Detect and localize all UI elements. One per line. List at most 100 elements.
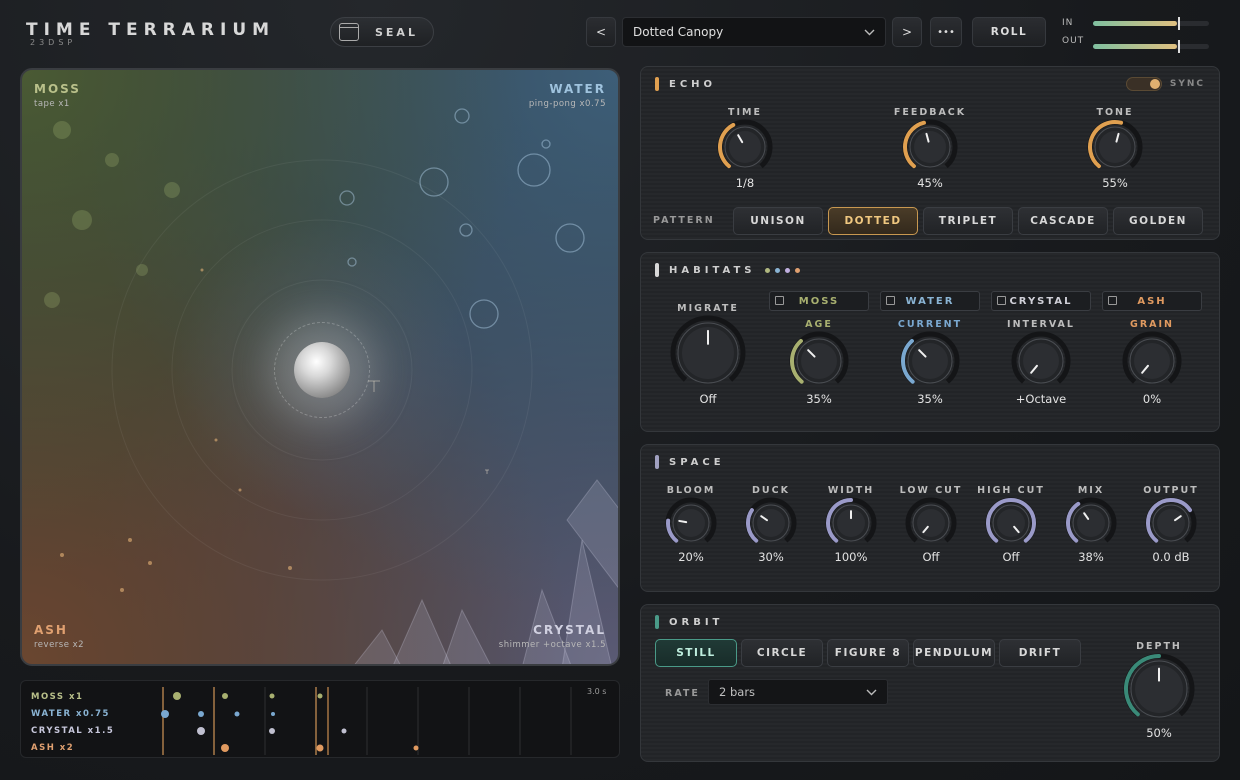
seal-label: SEAL	[375, 25, 418, 39]
habitats-led	[655, 263, 659, 277]
next-preset-button[interactable]: >	[892, 17, 922, 47]
seal-button[interactable]: SEAL	[330, 17, 434, 47]
bloom-knob[interactable]: BLOOM 20%	[651, 485, 731, 564]
orbit-circle[interactable]: CIRCLE	[741, 639, 823, 667]
jar-icon	[339, 23, 359, 41]
habitat-crystal-button[interactable]: CRYSTAL	[991, 291, 1091, 311]
pattern-golden[interactable]: GOLDEN	[1113, 207, 1203, 235]
output-value: 0.0 dB	[1152, 550, 1190, 564]
habitat-ash-button[interactable]: ASH	[1102, 291, 1202, 311]
habitat-icon	[997, 296, 1006, 305]
age-value: 35%	[806, 392, 832, 406]
feedback-knob[interactable]: FEEDBACK 45%	[880, 107, 980, 190]
sync-switch[interactable]	[1125, 77, 1162, 91]
preset-select[interactable]: Dotted Canopy	[622, 17, 886, 47]
timeline-row-label: CRYSTAL x1.5	[31, 726, 115, 736]
rate-value: 2 bars	[719, 685, 756, 699]
duck-label: DUCK	[752, 485, 790, 496]
duck-value: 30%	[758, 550, 784, 564]
current-dial	[900, 331, 960, 384]
habitat-icon	[775, 296, 784, 305]
habitat-color-dots	[765, 267, 801, 273]
tap-timeline: MOSS x1 WATER x0.75 CRYSTAL x1.5 ASH x2 …	[20, 680, 620, 758]
high-cut-dial	[985, 497, 1037, 543]
pattern-cascade[interactable]: CASCADE	[1018, 207, 1108, 235]
grain-value: 0%	[1142, 392, 1162, 406]
tone-label: TONE	[1096, 107, 1134, 118]
tone-dial	[1087, 119, 1143, 169]
current-value: 35%	[917, 392, 943, 406]
habitat-water-button[interactable]: WATER	[880, 291, 980, 311]
pattern-triplet[interactable]: TRIPLET	[923, 207, 1013, 235]
position-orb[interactable]	[294, 342, 350, 398]
mix-knob[interactable]: MIX 38%	[1051, 485, 1131, 564]
orbit-pendulum[interactable]: PENDULUM	[913, 639, 995, 667]
orbit-drift[interactable]: DRIFT	[999, 639, 1081, 667]
feedback-label: FEEDBACK	[893, 107, 967, 118]
orbit-figure-8[interactable]: FIGURE 8	[827, 639, 909, 667]
sync-toggle[interactable]: SYNC	[1125, 77, 1205, 91]
app-title: TIME TERRARIUM	[26, 20, 276, 40]
corner-title: MOSS	[34, 82, 81, 96]
output-knob[interactable]: OUTPUT 0.0 dB	[1131, 485, 1211, 564]
chevron-down-icon	[864, 29, 875, 35]
orbit-still[interactable]: STILL	[655, 639, 737, 667]
depth-value: 50%	[1146, 726, 1172, 740]
space-led	[655, 455, 659, 469]
prev-preset-button[interactable]: <	[586, 17, 616, 47]
duck-knob[interactable]: DUCK 30%	[731, 485, 811, 564]
timeline-row-label: ASH x2	[31, 743, 75, 753]
time-label: TIME	[728, 107, 762, 118]
pattern-unison[interactable]: UNISON	[733, 207, 823, 235]
low-cut-knob[interactable]: LOW CUT Off	[891, 485, 971, 564]
corner-title: ASH	[34, 623, 68, 637]
age-knob[interactable]: AGE 35%	[769, 319, 869, 406]
corner-title: CRYSTAL	[533, 623, 606, 637]
depth-knob[interactable]: DEPTH 50%	[1109, 641, 1209, 740]
width-label: WIDTH	[827, 485, 875, 496]
output-dial	[1145, 497, 1197, 543]
duck-dial	[745, 497, 797, 543]
orbit-title: ORBIT	[669, 616, 724, 628]
time-knob[interactable]: TIME 1/8	[695, 107, 795, 190]
depth-dial	[1123, 653, 1195, 718]
input-meter-label: IN	[1062, 18, 1074, 28]
corner-subtitle: tape x1	[34, 99, 70, 109]
bloom-value: 20%	[678, 550, 704, 564]
pattern-dotted[interactable]: DOTTED	[828, 207, 918, 235]
terrarium-xy-pad[interactable]: MOSS tape x1 WATER ping-pong x0.75 ASH r…	[20, 68, 620, 666]
timeline-row-label: WATER x0.75	[31, 709, 110, 719]
low-cut-label: LOW CUT	[899, 485, 963, 496]
time-value: 1/8	[735, 176, 755, 190]
mix-label: MIX	[1077, 485, 1105, 496]
high-cut-knob[interactable]: HIGH CUT Off	[971, 485, 1051, 564]
habitat-moss-button[interactable]: MOSS	[769, 291, 869, 311]
chevron-down-icon	[866, 689, 877, 695]
echo-header: ECHO	[655, 77, 716, 91]
output-meter	[1093, 40, 1209, 53]
roll-button[interactable]: ROLL	[972, 17, 1046, 47]
current-knob[interactable]: CURRENT 35%	[880, 319, 980, 406]
preset-name: Dotted Canopy	[633, 25, 724, 39]
timeline-row-label: MOSS x1	[31, 692, 84, 702]
orbit-header: ORBIT	[655, 615, 723, 629]
feedback-value: 45%	[917, 176, 943, 190]
tone-knob[interactable]: TONE 55%	[1065, 107, 1165, 190]
output-meter-label: OUT	[1062, 36, 1085, 46]
current-label: CURRENT	[897, 319, 963, 330]
more-menu-button[interactable]: •••	[930, 17, 962, 47]
interval-knob[interactable]: INTERVAL +Octave	[991, 319, 1091, 406]
rate-select[interactable]: 2 bars	[708, 679, 888, 705]
corner-subtitle: shimmer +octave x1.5	[498, 640, 606, 650]
output-meter-fill	[1093, 44, 1177, 49]
low-cut-value: Off	[922, 550, 940, 564]
rate-label: RATE	[665, 688, 700, 699]
timeline-graph	[161, 687, 572, 755]
grain-knob[interactable]: GRAIN 0%	[1102, 319, 1202, 406]
interval-label: INTERVAL	[1007, 319, 1075, 330]
feedback-dial	[902, 119, 958, 169]
width-knob[interactable]: WIDTH 100%	[811, 485, 891, 564]
migrate-knob[interactable]: MIGRATE Off	[663, 303, 753, 406]
migrate-label: MIGRATE	[677, 303, 739, 314]
interval-dial	[1011, 331, 1071, 384]
